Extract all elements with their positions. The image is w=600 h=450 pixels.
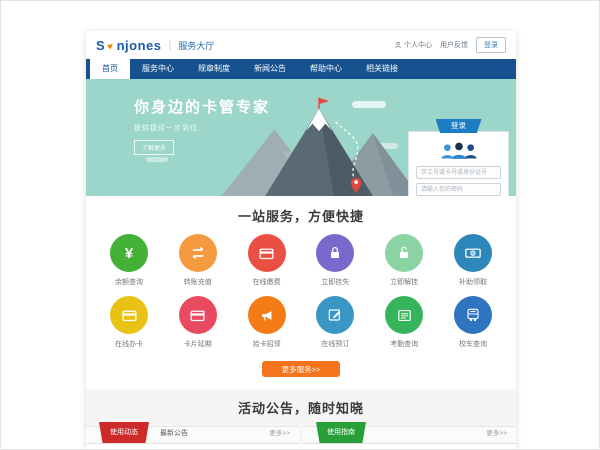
tab-usage-guide[interactable]: 使用指南 — [316, 422, 366, 443]
nav-item-home[interactable]: 首页 — [90, 59, 130, 79]
announcements-left-group: 使用动态 最新公告 更多>> — [86, 426, 299, 444]
nav-item-rules[interactable]: 规章制度 — [186, 59, 242, 79]
services-row-1: ¥ 余额查询 转账充值 在线缴费 — [98, 234, 504, 287]
service-item-new-card: 在线办卡 — [98, 296, 160, 349]
header-login-button[interactable]: 登录 — [476, 37, 506, 53]
website-screenshot: S ► njones | 服务大厅 个人中心 用户反馈 登录 首页 服务中心 规… — [86, 31, 516, 450]
cloud-decoration — [146, 157, 168, 162]
login-form: 记住用户名 忘记密码 Cy10 换一张 登录 — [408, 131, 509, 196]
banknote-icon[interactable] — [454, 234, 492, 272]
hero-banner: 你身边的卡管专家 提供捷径一步到位 了解更多 — [86, 79, 516, 196]
hero-title: 你身边的卡管专家 — [134, 96, 270, 117]
hero-subtitle: 提供捷径一步到位 — [134, 123, 270, 133]
service-item-card-extend: 卡片延期 — [167, 296, 229, 349]
announcements-section: 活动公告，随时知晓 使用动态 最新公告 更多>> 使用指南 更多>> — [86, 389, 516, 444]
header-divider: | — [169, 39, 172, 51]
personal-center-link[interactable]: 个人中心 — [394, 40, 432, 50]
services-row-2: 在线办卡 卡片延期 拾卡招领 — [98, 296, 504, 349]
service-item-school-bus: 校车查询 — [442, 296, 504, 349]
tab-usage-news[interactable]: 使用动态 — [99, 422, 149, 443]
service-item-attendance: 考勤查询 — [373, 296, 435, 349]
left-more-link[interactable]: 更多>> — [269, 425, 290, 443]
nav-item-links[interactable]: 相关链接 — [354, 59, 410, 79]
service-item-transfer: 转账充值 — [167, 234, 229, 287]
login-panel: 登录 记住用户名 忘记密码 — [408, 119, 509, 196]
transfer-arrows-icon[interactable] — [179, 234, 217, 272]
bus-icon[interactable] — [454, 296, 492, 334]
site-name: 服务大厅 — [178, 39, 214, 52]
services-heading: 一站服务，方便快捷 — [98, 206, 504, 225]
megaphone-icon[interactable] — [248, 296, 286, 334]
service-item-lost-found: 拾卡招领 — [236, 296, 298, 349]
announcements-tabbar: 使用动态 最新公告 更多>> 使用指南 更多>> — [86, 426, 516, 444]
service-item-payment: 在线缴费 — [236, 234, 298, 287]
nav-item-news[interactable]: 新闻公告 — [242, 59, 298, 79]
feedback-link[interactable]: 用户反馈 — [440, 40, 468, 50]
logo-text-suffix: njones — [117, 38, 162, 53]
password-input[interactable] — [416, 183, 501, 196]
site-header: S ► njones | 服务大厅 个人中心 用户反馈 登录 — [86, 31, 516, 59]
more-services-button[interactable]: 更多服务>> — [262, 361, 340, 377]
announcements-right-group: 使用指南 更多>> — [303, 426, 516, 444]
tab-latest-announcements[interactable]: 最新公告 — [149, 425, 199, 443]
attendance-list-icon[interactable] — [385, 296, 423, 334]
logo[interactable]: S ► njones — [96, 38, 162, 53]
unlock-icon[interactable] — [385, 234, 423, 272]
service-item-unlock: 立即解挂 — [373, 234, 435, 287]
service-item-subsidy: 补助领取 — [442, 234, 504, 287]
header-right: 个人中心 用户反馈 登录 — [394, 37, 506, 53]
users-group-icon — [438, 141, 480, 161]
yen-icon[interactable]: ¥ — [110, 234, 148, 272]
service-item-balance: ¥ 余额查询 — [98, 234, 160, 287]
edit-icon[interactable] — [316, 296, 354, 334]
user-icon — [394, 41, 402, 49]
right-more-link[interactable]: 更多>> — [486, 425, 507, 443]
nav-item-help[interactable]: 帮助中心 — [298, 59, 354, 79]
services-section: 一站服务，方便快捷 ¥ 余额查询 转账充值 在线缴费 — [86, 196, 516, 389]
card-apply-icon[interactable] — [110, 296, 148, 334]
main-nav: 首页 服务中心 规章制度 新闻公告 帮助中心 相关链接 — [86, 59, 516, 79]
hero-text: 你身边的卡管专家 提供捷径一步到位 了解更多 — [134, 96, 270, 155]
login-tab[interactable]: 登录 — [436, 119, 482, 133]
service-item-booking: 在线预订 — [304, 296, 366, 349]
announcements-heading: 活动公告，随时知晓 — [86, 398, 516, 417]
credit-card-icon[interactable] — [248, 234, 286, 272]
page-canvas: S ► njones | 服务大厅 个人中心 用户反馈 登录 首页 服务中心 规… — [0, 0, 600, 450]
hero-cta-button[interactable]: 了解更多 — [134, 140, 174, 155]
service-item-report-loss: 立即挂失 — [304, 234, 366, 287]
username-input[interactable] — [416, 166, 501, 179]
site-bottom-spacer — [86, 444, 516, 450]
lock-icon[interactable] — [316, 234, 354, 272]
card-extend-icon[interactable] — [179, 296, 217, 334]
nav-item-service-center[interactable]: 服务中心 — [130, 59, 186, 79]
